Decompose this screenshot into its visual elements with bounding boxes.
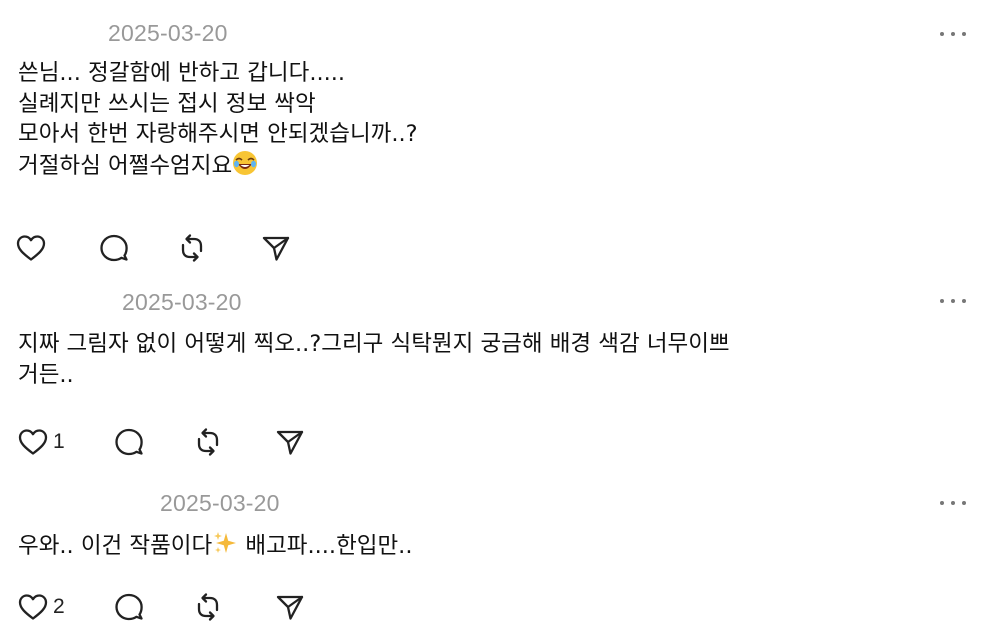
reply-button[interactable] xyxy=(99,231,129,265)
comment-date: 2025-03-20 xyxy=(108,20,228,46)
reply-button[interactable] xyxy=(114,425,144,459)
heart-icon xyxy=(18,429,48,455)
laughing-face-emoji xyxy=(232,150,258,185)
send-icon xyxy=(276,430,304,455)
comment-date: 2025-03-20 xyxy=(122,289,242,315)
heart-icon xyxy=(18,594,48,620)
repost-icon xyxy=(197,593,219,621)
comment-icon xyxy=(100,234,128,262)
send-icon xyxy=(276,595,304,620)
like-count: 1 xyxy=(53,430,65,453)
repost-button[interactable] xyxy=(177,231,207,265)
repost-button[interactable] xyxy=(193,425,223,459)
comment-icon xyxy=(115,428,143,456)
sparkles-emoji xyxy=(212,530,238,565)
reply-button[interactable] xyxy=(114,590,144,624)
comment-text: 쓴님... 정갈함에 반하고 갑니다..... 실례지만 쓰시는 접시 정보 싹… xyxy=(18,58,418,184)
more-options-icon[interactable] xyxy=(940,498,966,508)
share-button[interactable] xyxy=(275,425,305,459)
share-button[interactable] xyxy=(261,231,291,265)
repost-button[interactable] xyxy=(193,590,223,624)
send-icon xyxy=(262,236,290,261)
heart-icon xyxy=(16,235,46,261)
comment-date: 2025-03-20 xyxy=(160,490,280,516)
comment-text: 지짜 그림자 없이 어떻게 찍오..?그리구 식탁뭔지 궁금해 배경 색감 너무… xyxy=(18,331,730,388)
share-button[interactable] xyxy=(275,590,305,624)
more-options-icon[interactable] xyxy=(940,296,966,306)
like-count: 2 xyxy=(53,595,65,618)
comment-icon xyxy=(115,593,143,621)
comment-text: 우와.. 이건 작품이다 배고파....한입만.. xyxy=(18,530,412,565)
like-button[interactable]: 2 xyxy=(18,590,65,624)
repost-icon xyxy=(197,428,219,456)
repost-icon xyxy=(181,234,203,262)
like-button[interactable]: 1 xyxy=(18,425,65,459)
more-options-icon[interactable] xyxy=(940,29,966,39)
like-button[interactable] xyxy=(16,231,46,265)
